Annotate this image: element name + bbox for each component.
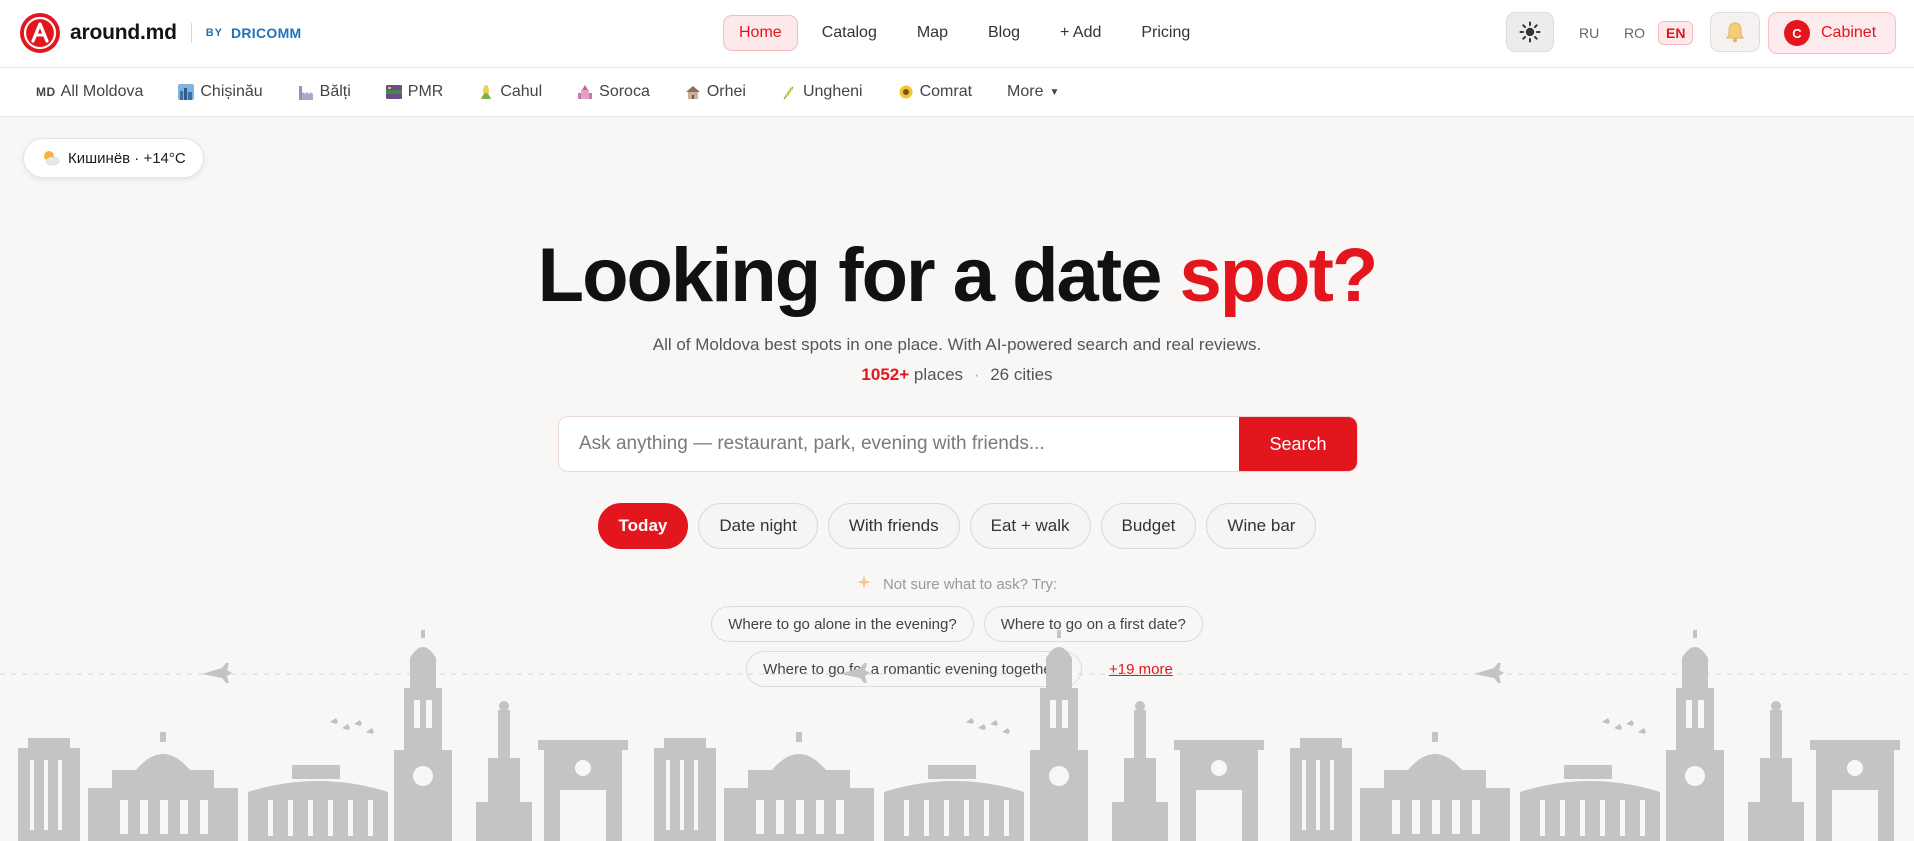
- logo-divider: [190, 23, 192, 43]
- places-count: 1052+: [861, 365, 910, 384]
- city-label: Orhei: [706, 83, 746, 100]
- avatar: C: [1784, 20, 1810, 46]
- city-label: Comrat: [919, 83, 973, 100]
- main-nav: Home Catalog Map Blog + Add Pricing: [723, 15, 1214, 51]
- cabinet-label: Cabinet: [1821, 24, 1877, 41]
- lang-ro[interactable]: RO: [1616, 21, 1653, 45]
- sparkles-icon: [856, 575, 875, 593]
- lang-en[interactable]: EN: [1658, 21, 1694, 45]
- sunflower-icon: [898, 84, 914, 100]
- city-skyline-illustration: [0, 630, 1914, 841]
- city-comrat[interactable]: Comrat: [898, 83, 972, 101]
- suggestion-hint: Not sure what to ask? Try:: [0, 575, 1914, 593]
- city-balti[interactable]: Bălți: [298, 83, 351, 101]
- theme-toggle-button[interactable]: [1506, 12, 1554, 52]
- city-ungheni[interactable]: Ungheni: [781, 83, 863, 101]
- more-cities-dropdown[interactable]: More ▼: [1007, 83, 1059, 101]
- chip-date-night[interactable]: Date night: [698, 503, 818, 549]
- notifications-button[interactable]: [1710, 12, 1760, 52]
- city-label: All Moldova: [60, 83, 144, 100]
- bell-icon: [1726, 22, 1744, 43]
- top-header: around.md BY DRICOMM Home Catalog Map Bl…: [0, 0, 1914, 68]
- factory-icon: [298, 84, 314, 100]
- city-label: PMR: [407, 83, 444, 100]
- city-bar: MD All Moldova Chișinău Bălți PMR Cahul …: [0, 68, 1914, 117]
- city-label: Soroca: [599, 83, 650, 100]
- monastery-icon: [685, 84, 701, 100]
- fortress-icon: [577, 84, 593, 100]
- brand-name: around.md: [70, 21, 177, 44]
- chip-budget[interactable]: Budget: [1100, 503, 1197, 549]
- hero-title-accent: spot?: [1179, 233, 1378, 318]
- sun-icon: [1519, 21, 1541, 43]
- hero-title: Looking for a date spot?: [0, 232, 1914, 319]
- places-label: places: [913, 365, 964, 384]
- city-chisinau[interactable]: Chișinău: [178, 83, 263, 101]
- nav-blog[interactable]: Blog: [972, 15, 1036, 51]
- chip-today[interactable]: Today: [597, 503, 689, 549]
- city-orhei[interactable]: Orhei: [685, 83, 746, 101]
- city-skyline-icon: [178, 84, 195, 100]
- city-label: Ungheni: [802, 83, 863, 100]
- hero-subtitle: All of Moldova best spots in one place. …: [652, 335, 1262, 354]
- nav-add[interactable]: + Add: [1044, 15, 1117, 51]
- hero-title-main: Looking for a date: [537, 233, 1180, 318]
- nav-pricing[interactable]: Pricing: [1125, 15, 1206, 51]
- flag-icon: [385, 84, 402, 100]
- nav-catalog[interactable]: Catalog: [806, 15, 893, 51]
- weather-badge[interactable]: Кишинёв · +14°C: [23, 138, 204, 178]
- city-soroca[interactable]: Soroca: [577, 83, 650, 101]
- partner-brand[interactable]: DRICOMM: [231, 25, 302, 41]
- city-all-moldova[interactable]: MD All Moldova: [36, 83, 143, 101]
- chip-eat-walk[interactable]: Eat + walk: [969, 503, 1091, 549]
- page: around.md BY DRICOMM Home Catalog Map Bl…: [0, 0, 1914, 841]
- city-cahul[interactable]: Cahul: [478, 83, 542, 101]
- weather-text: Кишинёв · +14°C: [68, 149, 186, 167]
- hint-text: Not sure what to ask? Try:: [882, 576, 1058, 593]
- corn-icon: [478, 84, 494, 100]
- search-button[interactable]: Search: [1239, 417, 1357, 471]
- sun-behind-cloud-icon: [42, 150, 60, 166]
- search-input[interactable]: [559, 417, 1240, 471]
- stats-separator: ·: [973, 365, 980, 384]
- nav-map[interactable]: Map: [901, 15, 964, 51]
- hero-stats: 1052+ places · 26 cities: [0, 365, 1914, 385]
- chip-wine-bar[interactable]: Wine bar: [1206, 503, 1317, 549]
- more-label: More: [1007, 83, 1044, 100]
- city-label: Bălți: [319, 83, 351, 100]
- logo-a-icon: [20, 13, 60, 53]
- city-label: Chișinău: [200, 83, 263, 100]
- cabinet-button[interactable]: C Cabinet: [1768, 12, 1896, 54]
- grain-icon: [781, 84, 797, 100]
- city-pmr[interactable]: PMR: [385, 83, 444, 101]
- caret-down-icon: ▼: [1049, 86, 1060, 98]
- cities-count: 26 cities: [990, 365, 1053, 384]
- search-bar: Search: [558, 416, 1358, 472]
- chip-with-friends[interactable]: With friends: [827, 503, 960, 549]
- country-code: MD: [36, 85, 56, 99]
- city-label: Cahul: [500, 83, 543, 100]
- by-label: BY: [205, 27, 223, 39]
- quick-filter-chips: Today Date night With friends Eat + walk…: [0, 503, 1914, 549]
- lang-ru[interactable]: RU: [1571, 21, 1607, 45]
- logo[interactable]: around.md BY DRICOMM: [20, 13, 302, 53]
- nav-home[interactable]: Home: [723, 15, 798, 51]
